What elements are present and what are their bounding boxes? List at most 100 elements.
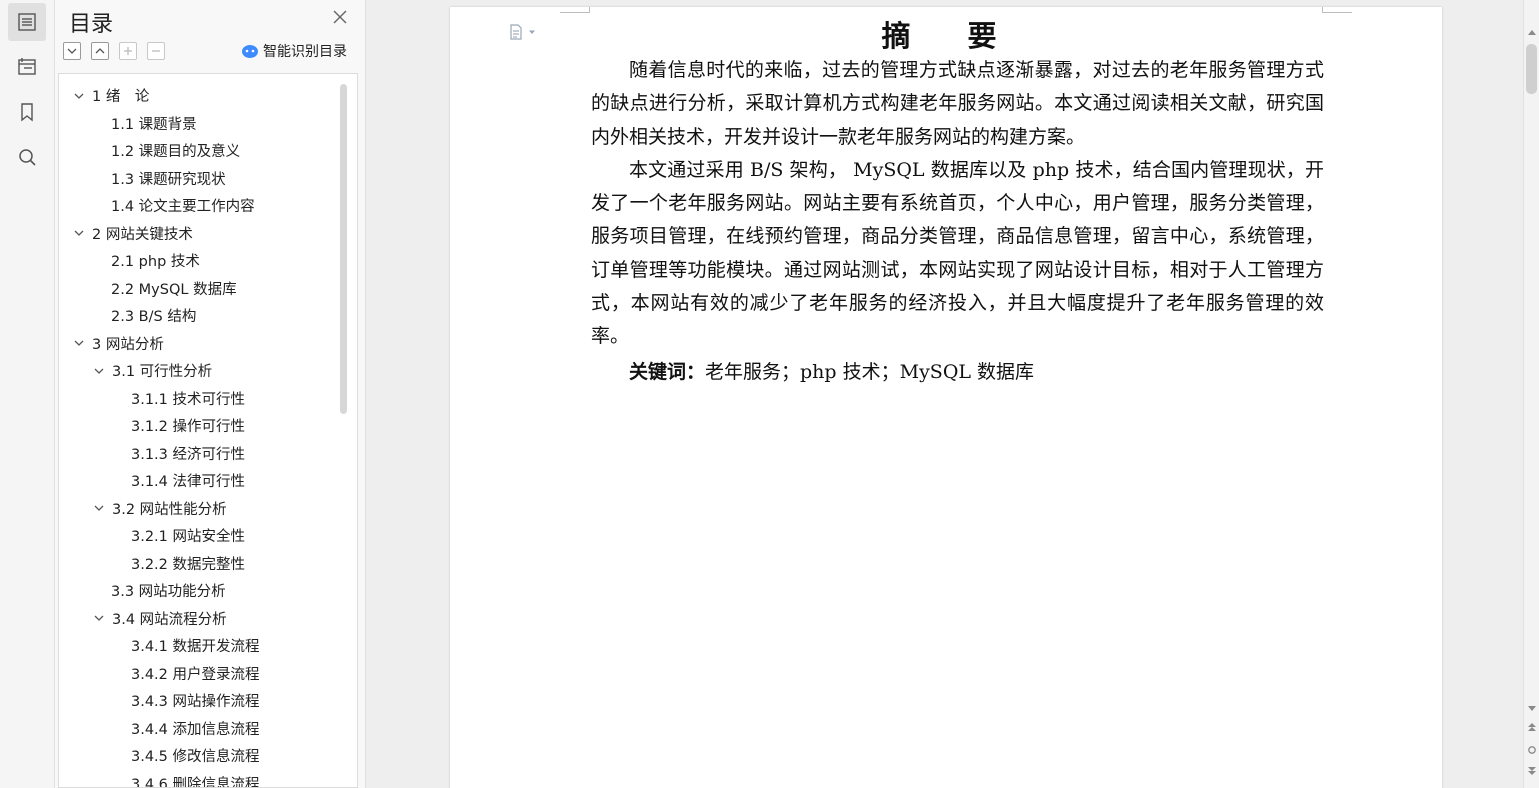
add-entry-button[interactable]: [119, 42, 137, 60]
toc-item[interactable]: 3.4.3 网站操作流程: [59, 687, 339, 715]
remove-entry-button[interactable]: [147, 42, 165, 60]
toc-item-label: 3.1.3 经济可行性: [131, 446, 246, 463]
toc-item[interactable]: 3.1.3 经济可行性: [59, 440, 339, 468]
toc-item[interactable]: 3.4.1 数据开发流程: [59, 632, 339, 660]
keywords-line: 关键词：老年服务；php 技术；MySQL 数据库: [591, 356, 1324, 389]
collapse-all-button[interactable]: [91, 42, 109, 60]
toc-item-label: 2.3 B/S 结构: [111, 309, 197, 326]
toc-item-label: 3.4.2 用户登录流程: [131, 666, 260, 683]
toc-item[interactable]: 3 网站分析: [59, 330, 339, 358]
side-rail: [0, 0, 55, 788]
outline-icon: [18, 58, 36, 75]
toc-item-label: 3.1.2 操作可行性: [131, 419, 246, 436]
document-page: 摘 要 随着信息时代的来临，过去的管理方式缺点逐渐暴露，对过去的老年服务管理方式…: [450, 7, 1442, 788]
toc-item[interactable]: 3.1.1 技术可行性: [59, 385, 339, 413]
chevron-down-icon[interactable]: [72, 89, 86, 103]
scrollbar-thumb[interactable]: [1526, 44, 1537, 94]
chevron-down-icon[interactable]: [72, 226, 86, 240]
chevron-up-icon: [95, 48, 105, 54]
plus-icon: [124, 47, 132, 55]
chevron-down-icon[interactable]: [92, 501, 106, 515]
bookmark-button[interactable]: [8, 93, 46, 131]
toc-item[interactable]: 3.4.6 删除信息流程: [59, 770, 339, 788]
toc-item-label: 2 网站关键技术: [92, 226, 193, 243]
toc-item-label: 3.4.5 修改信息流程: [131, 749, 260, 766]
toc-list: 1 绪 论 1.1 课题背景 1.2 课题目的及意义 1.3 课题研究现状 1.4 论文…: [59, 82, 339, 788]
toc-item[interactable]: 1.2 课题目的及意义: [59, 137, 339, 165]
expand-all-button[interactable]: [63, 42, 81, 60]
toc-item[interactable]: 1.3 课题研究现状: [59, 165, 339, 193]
search-icon: [19, 149, 36, 166]
toc-item[interactable]: 3.3 网站功能分析: [59, 577, 339, 605]
toc-item[interactable]: 3.2.1 网站安全性: [59, 522, 339, 550]
toc-item-label: 3.3 网站功能分析: [111, 584, 226, 601]
toc-title: 目录: [69, 12, 114, 37]
toc-tree: 1 绪 论 1.1 课题背景 1.2 课题目的及意义 1.3 课题研究现状 1.4 论文…: [58, 73, 358, 788]
toc-item-label: 3.1.1 技术可行性: [131, 391, 246, 408]
abstract-body: 随着信息时代的来临，过去的管理方式缺点逐渐暴露，对过去的老年服务管理方式的缺点进…: [591, 54, 1324, 389]
toc-item[interactable]: 3.4.4 添加信息流程: [59, 715, 339, 743]
abstract-paragraph: 本文通过采用 B/S 架构， MySQL 数据库以及 php 技术，结合国内管理…: [591, 158, 1324, 348]
next-page-icon[interactable]: [1527, 766, 1537, 776]
toc-item-label: 1.4 论文主要工作内容: [111, 199, 255, 216]
chevron-down-icon[interactable]: [72, 336, 86, 350]
toc-item[interactable]: 3.2 网站性能分析: [59, 495, 339, 523]
toc-item[interactable]: 3.1.4 法律可行性: [59, 467, 339, 495]
keywords-label: 关键词：: [629, 360, 706, 383]
toc-item-label: 3.2.2 数据完整性: [131, 556, 246, 573]
document-scrollbar[interactable]: [1523, 0, 1539, 788]
previous-page-icon[interactable]: [1527, 722, 1537, 732]
toc-item-label: 1.1 课题背景: [111, 116, 197, 133]
toc-item[interactable]: 1 绪 论: [59, 82, 339, 110]
keywords-value: 老年服务；php 技术；MySQL 数据库: [705, 360, 1035, 383]
toc-item-label: 3.1 可行性分析: [112, 364, 213, 381]
chevron-down-icon: [67, 48, 77, 54]
abstract-title: 摘 要: [881, 19, 1011, 53]
chevron-down-icon[interactable]: [92, 364, 106, 378]
chevron-down-icon[interactable]: [92, 611, 106, 625]
toc-item[interactable]: 2.1 php 技术: [59, 247, 339, 275]
toc-item-label: 3.2 网站性能分析: [112, 501, 227, 518]
navigation-pane-button[interactable]: [8, 47, 46, 85]
search-button[interactable]: [8, 138, 46, 176]
toc-item-label: 3.4 网站流程分析: [112, 611, 227, 628]
toc-item-label: 3.4.6 删除信息流程: [131, 776, 260, 788]
bookmark-icon: [21, 103, 33, 122]
toc-item[interactable]: 3.2.2 数据完整性: [59, 550, 339, 578]
toc-item-label: 3.4.3 网站操作流程: [131, 694, 260, 711]
toc-item-label: 3.2.1 网站安全性: [131, 529, 246, 546]
toc-panel: 目录 智能识别目录 1 绪 论 1.1 课题背景 1.2 课题目的及意义 1.3 课题…: [55, 0, 366, 788]
toc-scrollbar[interactable]: [340, 84, 347, 414]
select-browse-object-icon[interactable]: [1527, 745, 1537, 755]
toc-item-label: 1.2 课题目的及意义: [111, 144, 241, 161]
toc-item-label: 3.4.4 添加信息流程: [131, 721, 260, 738]
scroll-down-icon[interactable]: [1527, 703, 1537, 713]
toc-icon: [18, 13, 36, 31]
toc-item[interactable]: 3.4 网站流程分析: [59, 605, 339, 633]
close-icon[interactable]: [331, 8, 349, 26]
smart-toc-button[interactable]: 智能识别目录: [241, 41, 347, 61]
toc-item[interactable]: 1.1 课题背景: [59, 110, 339, 138]
toc-item[interactable]: 1.4 论文主要工作内容: [59, 192, 339, 220]
toc-panel-button[interactable]: [8, 3, 46, 41]
scroll-up-icon[interactable]: [1527, 28, 1537, 38]
toc-item[interactable]: 2.3 B/S 结构: [59, 302, 339, 330]
toc-item[interactable]: 3.1.2 操作可行性: [59, 412, 339, 440]
toc-item-label: 2.2 MySQL 数据库: [111, 281, 237, 298]
document-area: 摘 要 随着信息时代的来临，过去的管理方式缺点逐渐暴露，对过去的老年服务管理方式…: [367, 0, 1523, 788]
toc-item[interactable]: 3.4.2 用户登录流程: [59, 660, 339, 688]
toc-item-label: 3.1.4 法律可行性: [131, 474, 246, 491]
abstract-paragraph: 随着信息时代的来临，过去的管理方式缺点逐渐暴露，对过去的老年服务管理方式的缺点进…: [591, 59, 1324, 148]
toc-toolbar: [63, 42, 165, 62]
toc-item[interactable]: 3.1 可行性分析: [59, 357, 339, 385]
ai-cloud-icon: [242, 45, 258, 58]
minus-icon: [152, 50, 160, 52]
toc-item-label: 1.3 课题研究现状: [111, 171, 226, 188]
toc-item[interactable]: 3.4.5 修改信息流程: [59, 742, 339, 770]
smart-toc-label: 智能识别目录: [263, 44, 347, 60]
toc-item-label: 2.1 php 技术: [111, 254, 200, 271]
toc-item[interactable]: 2 网站关键技术: [59, 220, 339, 248]
toc-item-label: 1 绪 论: [92, 89, 150, 106]
toc-item-label: 3 网站分析: [92, 336, 164, 353]
toc-item[interactable]: 2.2 MySQL 数据库: [59, 275, 339, 303]
